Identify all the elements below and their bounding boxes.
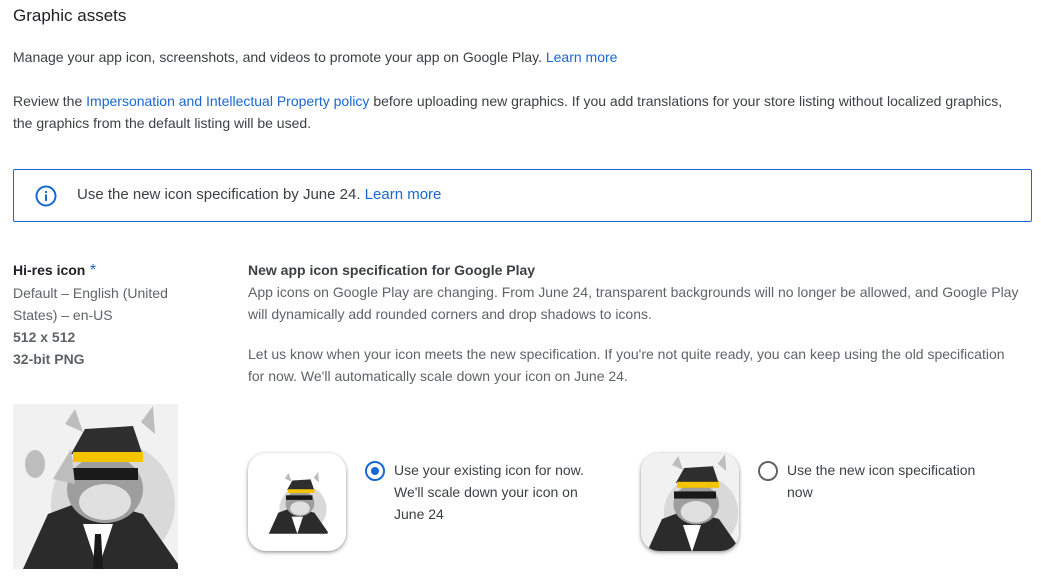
review-suffix: before uploading new graphics. If you ad… [373, 93, 1003, 109]
info-icon [35, 185, 57, 207]
mascot-icon [23, 406, 178, 569]
info-banner: Use the new icon specification by June 2… [13, 169, 1032, 222]
locale-line1: Default – English (United [13, 285, 168, 301]
option-new-text: Use the new icon specification now [787, 459, 975, 503]
radio-new-spec[interactable] [758, 461, 778, 481]
hires-label: Hi-res icon [13, 262, 86, 278]
intro-text: Manage your app icon, screenshots, and v… [13, 49, 542, 65]
existing-icon-preview [248, 453, 346, 551]
section-title: Graphic assets [13, 6, 127, 25]
review-line2: the graphics from the default listing wi… [13, 115, 312, 131]
icon-format: 32-bit PNG [13, 351, 85, 367]
option-existing-line2: We'll scale down your icon on [394, 484, 578, 500]
intro-paragraph: Manage your app icon, screenshots, and v… [13, 46, 617, 68]
spec-block: New app icon specification for Google Pl… [248, 259, 1038, 387]
mascot-small-icon [248, 453, 346, 551]
banner-message: Use the new icon specification by June 2… [77, 186, 441, 203]
review-paragraph: Review the Impersonation and Intellectua… [13, 90, 1002, 134]
spec-heading: New app icon specification for Google Pl… [248, 262, 536, 278]
icon-size: 512 x 512 [13, 329, 76, 345]
locale-line2: States) – en-US [13, 307, 113, 323]
spec-p2-line1: Let us know when your icon meets the new… [248, 346, 1005, 362]
policy-link[interactable]: Impersonation and Intellectual Property … [86, 93, 369, 109]
review-prefix: Review the [13, 93, 83, 109]
required-mark: * [89, 262, 97, 279]
intro-learn-more-link[interactable]: Learn more [546, 49, 618, 65]
option-existing-line3: June 24 [394, 506, 444, 522]
spec-p1-line2: will dynamically add rounded corners and… [248, 306, 652, 322]
option-new-line2: now [787, 484, 813, 500]
hires-icon-preview[interactable] [13, 404, 178, 569]
banner-learn-more-link[interactable]: Learn more [365, 186, 442, 203]
hires-icon-info: Hi-res icon * Default – English (United … [13, 259, 168, 370]
option-new-line1: Use the new icon specification [787, 462, 976, 478]
radio-existing-icon[interactable] [365, 461, 385, 481]
banner-text: Use the new icon specification by June 2… [77, 186, 361, 203]
spec-p1-line1: App icons on Google Play are changing. F… [248, 284, 1019, 300]
option-existing-text: Use your existing icon for now. We'll sc… [394, 459, 584, 525]
mascot-new-spec-icon [641, 453, 739, 551]
new-spec-icon-preview [641, 453, 739, 551]
spec-p2-line2: for now. We'll automatically scale down … [248, 368, 628, 384]
option-existing-line1: Use your existing icon for now. [394, 462, 584, 478]
